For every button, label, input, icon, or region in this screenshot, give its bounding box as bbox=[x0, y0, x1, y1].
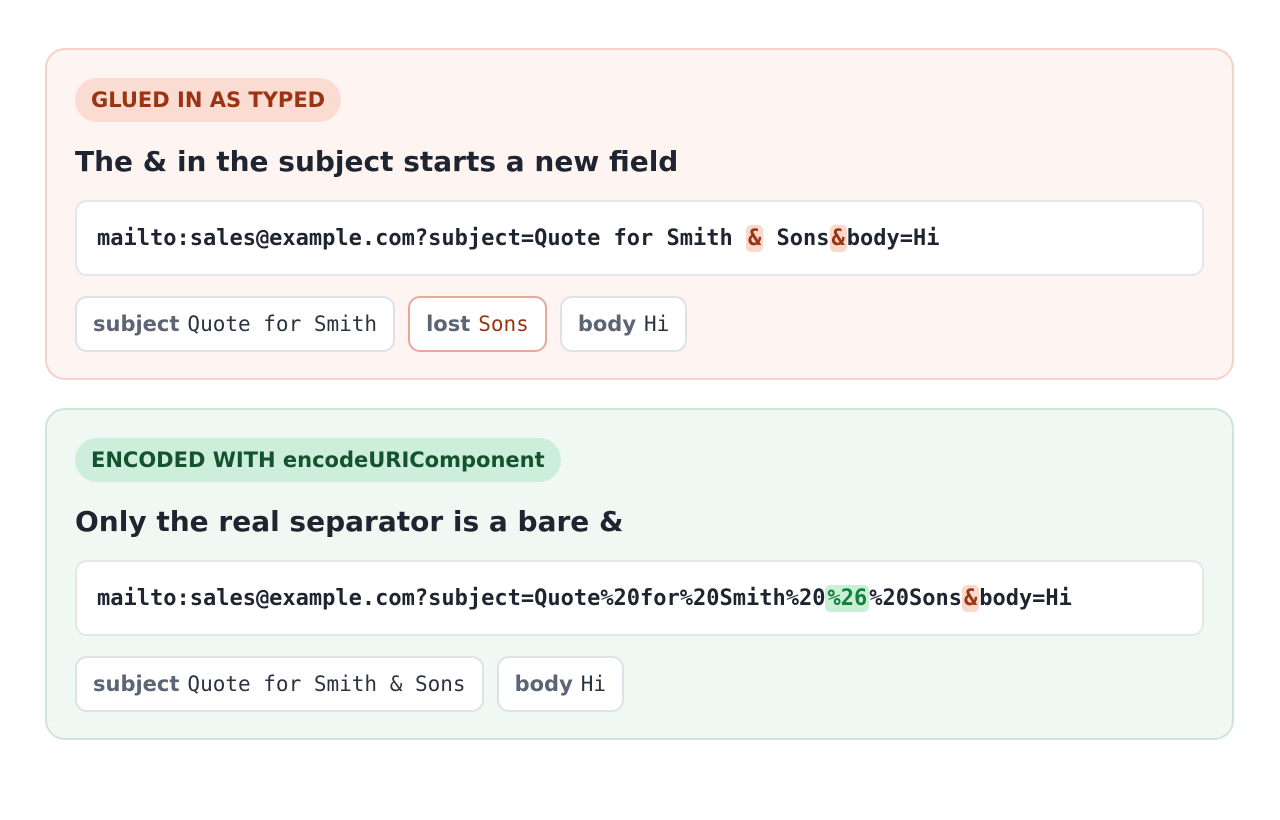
glued-badge: GLUED IN AS TYPED bbox=[75, 78, 342, 122]
field-value: Quote for Smith bbox=[187, 312, 378, 336]
field-key: body bbox=[577, 312, 637, 336]
field-value: Quote for Smith & Sons bbox=[187, 672, 466, 696]
encoded-uri: mailto:sales@example.com?subject=Quote%2… bbox=[75, 560, 1204, 636]
encoded-headline: Only the real separator is a bare & bbox=[75, 505, 624, 538]
encoded-uri-suffix: body=Hi bbox=[979, 585, 1072, 611]
glued-uri-separator: & bbox=[829, 224, 847, 252]
glued-uri-stray-ampersand: & bbox=[746, 224, 764, 252]
glued-headline: The & in the subject starts a new field bbox=[75, 145, 679, 178]
encoded-panel: ENCODED WITH encodeURIComponent Only the… bbox=[45, 408, 1234, 740]
encoded-badge: ENCODED WITH encodeURIComponent bbox=[75, 438, 561, 482]
field-key: subject bbox=[93, 312, 180, 336]
encoded-uri-separator: & bbox=[961, 584, 980, 612]
field-key: subject bbox=[93, 672, 180, 696]
field-value: Hi bbox=[644, 312, 670, 336]
glued-uri-suffix: body=Hi bbox=[846, 225, 940, 251]
encoded-field-body: body Hi bbox=[496, 656, 625, 712]
field-value: Hi bbox=[580, 672, 607, 696]
glued-uri-middle: Sons bbox=[763, 225, 830, 251]
encoded-uri-prefix: mailto:sales@example.com?subject=Quote%2… bbox=[97, 585, 826, 611]
glued-field-lost: lost Sons bbox=[408, 296, 547, 352]
glued-uri: mailto:sales@example.com?subject=Quote f… bbox=[75, 200, 1204, 276]
encoded-field-subject: subject Quote for Smith & Sons bbox=[75, 656, 484, 712]
glued-fields: subject Quote for Smith lost Sons body H… bbox=[75, 296, 1204, 352]
glued-uri-prefix: mailto:sales@example.com?subject=Quote f… bbox=[97, 225, 747, 251]
glued-field-body: body Hi bbox=[559, 296, 688, 352]
glued-field-subject: subject Quote for Smith bbox=[75, 296, 396, 352]
page: GLUED IN AS TYPED The & in the subject s… bbox=[0, 0, 1280, 820]
field-key: body bbox=[514, 672, 573, 696]
glued-panel: GLUED IN AS TYPED The & in the subject s… bbox=[45, 48, 1234, 380]
encoded-uri-escaped-ampersand: %26 bbox=[825, 584, 870, 612]
encoded-fields: subject Quote for Smith & Sons body Hi bbox=[75, 656, 1204, 712]
encoded-uri-middle: %20Sons bbox=[869, 585, 962, 611]
field-value: Sons bbox=[478, 312, 529, 336]
field-key: lost bbox=[426, 312, 471, 336]
